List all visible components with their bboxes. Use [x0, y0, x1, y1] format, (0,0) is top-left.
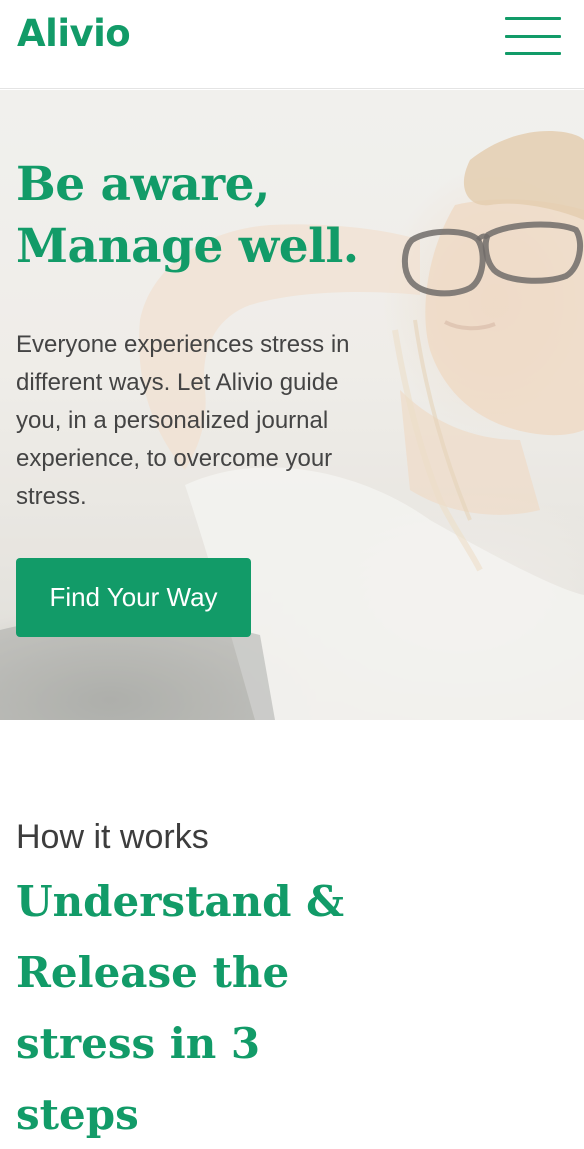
menu-button[interactable]: [505, 17, 563, 55]
find-your-way-button[interactable]: Find Your Way: [16, 558, 251, 637]
section-title: Understand & Release the stress in 3 ste…: [16, 866, 516, 1149]
hamburger-menu-icon: [505, 17, 561, 20]
section-eyebrow: How it works: [16, 818, 209, 856]
section-title-line: steps: [16, 1090, 139, 1139]
hero-title: Be aware, Manage well.: [16, 154, 436, 278]
hero-title-line: Be aware,: [16, 157, 270, 212]
site-header: Alivio: [0, 0, 584, 89]
section-title-line: Understand &: [16, 877, 345, 926]
hamburger-menu-icon-bar: [505, 34, 561, 38]
hero-title-line: Manage well.: [16, 219, 359, 274]
logo[interactable]: Alivio: [17, 12, 131, 55]
hamburger-menu-icon-bar: [505, 52, 561, 55]
hero-description: Everyone experiences stress in different…: [16, 331, 350, 510]
hero-section: Be aware, Manage well. Everyone experien…: [0, 90, 584, 720]
section-title-line: stress in 3: [16, 1019, 261, 1068]
section-title-line: Release the: [16, 948, 290, 997]
